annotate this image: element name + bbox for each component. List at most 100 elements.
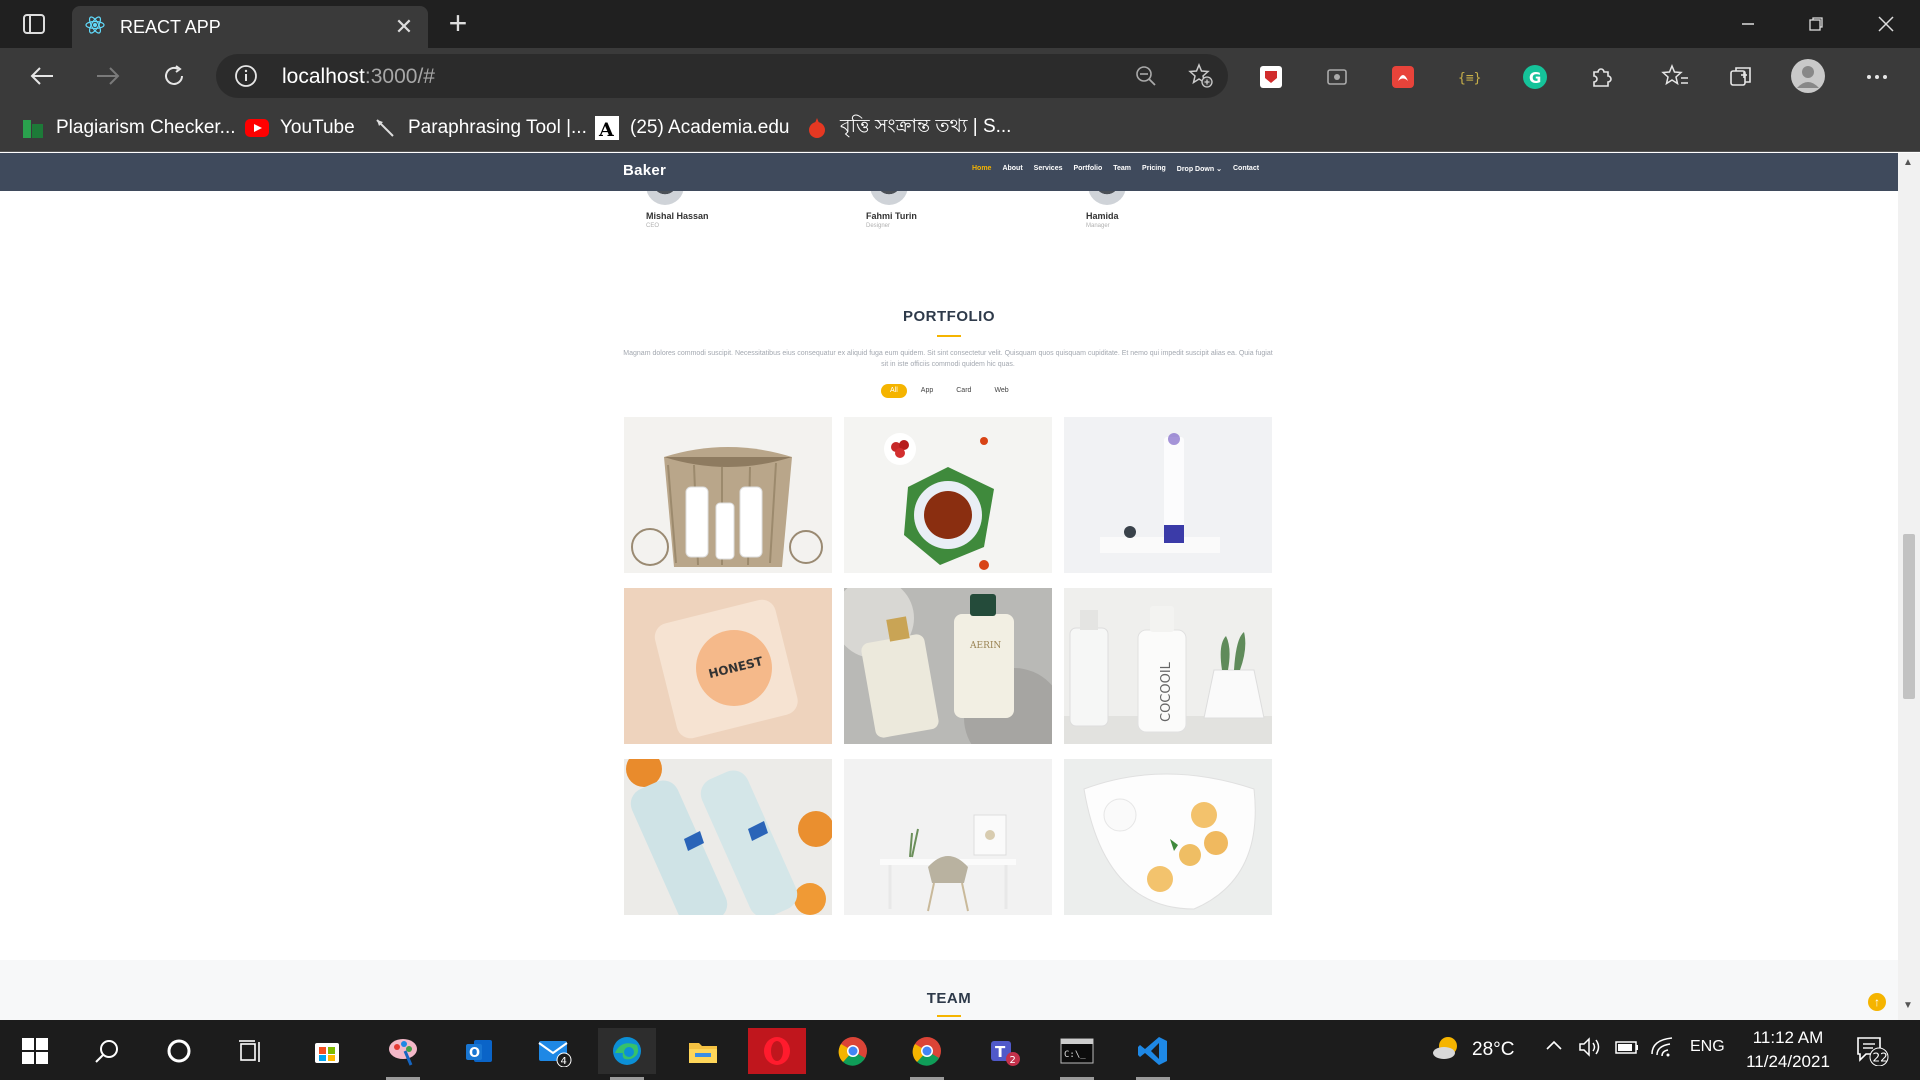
- zoom-out-icon[interactable]: [1131, 62, 1161, 90]
- perfume-product-label: AERIN: [969, 641, 1001, 651]
- close-window-icon[interactable]: [1862, 6, 1910, 42]
- bookmark-plagiarism-checker[interactable]: Plagiarism Checker...: [20, 114, 236, 142]
- nav-home[interactable]: Home: [972, 165, 991, 173]
- search-icon[interactable]: [78, 1028, 136, 1074]
- member-role: CEO: [646, 223, 660, 229]
- nav-pricing[interactable]: Pricing: [1142, 165, 1166, 173]
- json-viewer-extension-icon[interactable]: {≡}: [1454, 62, 1484, 92]
- close-tab-icon[interactable]: ✕: [392, 14, 416, 40]
- volume-icon[interactable]: [1578, 1036, 1604, 1063]
- system-clock[interactable]: 11:12 AM 11/24/2021: [1738, 1026, 1838, 1074]
- nav-portfolio[interactable]: Portfolio: [1073, 165, 1102, 173]
- outlook-icon[interactable]: O: [450, 1028, 508, 1074]
- nav-team[interactable]: Team: [1113, 165, 1131, 173]
- filter-card[interactable]: Card: [947, 384, 980, 398]
- bookmark-paraphrasing-tool[interactable]: Paraphrasing Tool |...: [372, 114, 587, 142]
- tab-actions-icon[interactable]: [16, 10, 52, 38]
- screen-capture-extension-icon[interactable]: [1322, 62, 1352, 92]
- url-text[interactable]: localhost:3000/#: [282, 65, 435, 89]
- browser-tab-active[interactable]: REACT APP ✕: [72, 6, 428, 48]
- page-scrollbar[interactable]: ▲ ▼: [1898, 153, 1920, 1020]
- svg-text:O: O: [469, 1046, 480, 1061]
- portfolio-title: PORTFOLIO: [903, 308, 995, 325]
- nav-services[interactable]: Services: [1034, 165, 1063, 173]
- vscode-icon[interactable]: [1124, 1028, 1182, 1080]
- portfolio-item-cream-tube[interactable]: [1064, 417, 1272, 573]
- portfolio-item-basket[interactable]: [624, 417, 832, 573]
- chevron-down-icon: ⌄: [1216, 166, 1222, 173]
- bookmark-site-icon: [804, 116, 830, 140]
- mail-icon[interactable]: 4: [526, 1028, 584, 1074]
- member-name: Fahmi Turin: [866, 211, 917, 221]
- microsoft-store-icon[interactable]: [298, 1028, 356, 1074]
- paint-icon[interactable]: [374, 1028, 432, 1080]
- wifi-icon[interactable]: [1650, 1036, 1676, 1063]
- restore-icon[interactable]: [1792, 6, 1840, 42]
- portfolio-item-cocooil[interactable]: COCOOIL: [1064, 588, 1272, 744]
- weather-widget[interactable]: 28°C: [1432, 1034, 1514, 1066]
- collections-icon[interactable]: [1726, 62, 1756, 92]
- chrome-icon[interactable]: [898, 1028, 956, 1080]
- cortana-icon[interactable]: [150, 1028, 208, 1074]
- shield-extension-icon[interactable]: [1256, 62, 1286, 92]
- filter-all[interactable]: All: [881, 384, 907, 398]
- bookmark-youtube[interactable]: YouTube: [244, 114, 355, 142]
- portfolio-item-cookies[interactable]: [1064, 759, 1272, 915]
- add-favorite-icon[interactable]: [1186, 62, 1216, 90]
- pdf-extension-icon[interactable]: [1388, 62, 1418, 92]
- portfolio-item-honest[interactable]: HONEST: [624, 588, 832, 744]
- file-explorer-icon[interactable]: [674, 1028, 732, 1074]
- bookmark-scholarship-info[interactable]: বৃত্তি সংক্রান্ত তথ্য | S...: [804, 114, 1011, 142]
- notification-center-icon[interactable]: 22: [1854, 1034, 1890, 1067]
- minimize-icon[interactable]: [1724, 6, 1772, 42]
- portfolio-item-tea[interactable]: [844, 417, 1052, 573]
- member-role: Designer: [866, 223, 891, 229]
- forward-icon[interactable]: [88, 58, 128, 94]
- task-view-icon[interactable]: [222, 1028, 280, 1074]
- url-host: localhost: [282, 65, 365, 88]
- bookmark-label: (25) Academia.edu: [630, 117, 790, 138]
- back-icon[interactable]: [22, 58, 62, 94]
- teams-icon[interactable]: T2: [974, 1028, 1032, 1074]
- title-underline: [937, 335, 961, 337]
- nav-drop-down[interactable]: Drop Down ⌄: [1177, 165, 1222, 173]
- battery-icon[interactable]: [1614, 1036, 1640, 1063]
- nav-contact[interactable]: Contact: [1233, 165, 1259, 173]
- address-bar-row: localhost:3000/# {≡} G: [0, 48, 1920, 104]
- site-info-icon[interactable]: [234, 64, 258, 93]
- windows-start-icon[interactable]: [6, 1028, 64, 1074]
- grammarly-icon[interactable]: G: [1520, 62, 1550, 92]
- scrollbar-thumb[interactable]: [1903, 534, 1915, 699]
- url-bar[interactable]: localhost:3000/#: [216, 54, 1228, 98]
- extensions-icon[interactable]: [1586, 62, 1616, 92]
- more-menu-icon[interactable]: [1862, 62, 1892, 92]
- svg-text:G: G: [1529, 69, 1541, 87]
- filter-app[interactable]: App: [912, 384, 942, 398]
- new-tab-icon[interactable]: +: [442, 7, 474, 40]
- bookmark-academia[interactable]: A (25) Academia.edu: [594, 114, 790, 142]
- scroll-up-icon[interactable]: ▲: [1903, 157, 1913, 168]
- filter-web[interactable]: Web: [985, 384, 1017, 398]
- chrome-icon[interactable]: [824, 1028, 882, 1074]
- opera-icon[interactable]: [748, 1028, 806, 1074]
- member-name: Mishal Hassan: [646, 211, 709, 221]
- portfolio-item-desk[interactable]: [844, 759, 1052, 915]
- portfolio-item-water-bottles[interactable]: [624, 759, 832, 915]
- profile-avatar[interactable]: [1790, 58, 1826, 94]
- refresh-icon[interactable]: [154, 58, 194, 94]
- terminal-icon[interactable]: C:\_: [1048, 1028, 1106, 1080]
- site-nav: Home About Services Portfolio Team Prici…: [972, 165, 1270, 173]
- page-viewport: Baker Home About Services Portfolio Team…: [0, 153, 1898, 1020]
- temperature: 28°C: [1472, 1039, 1515, 1060]
- portfolio-item-perfume[interactable]: AERIN: [844, 588, 1052, 744]
- academia-icon: A: [594, 116, 620, 140]
- chevron-up-icon[interactable]: [1544, 1036, 1564, 1061]
- tab-title: REACT APP: [120, 16, 221, 37]
- nav-about[interactable]: About: [1002, 165, 1022, 173]
- scroll-down-icon[interactable]: ▼: [1903, 1000, 1913, 1011]
- language-indicator[interactable]: ENG: [1690, 1038, 1725, 1056]
- back-to-top-button[interactable]: ↑: [1868, 993, 1886, 1011]
- site-logo[interactable]: Baker: [623, 162, 666, 179]
- favorites-icon[interactable]: [1660, 62, 1690, 92]
- edge-icon[interactable]: [598, 1028, 656, 1080]
